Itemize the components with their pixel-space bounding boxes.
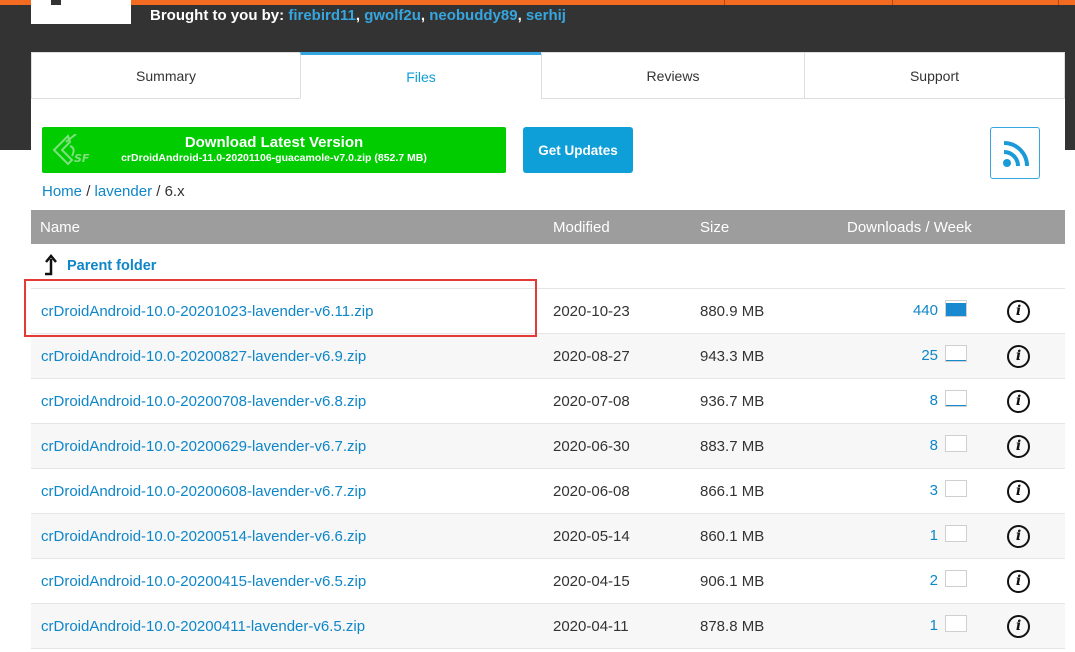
file-downloads[interactable]: 8 bbox=[930, 437, 938, 454]
file-row: crDroidAndroid-10.0-20200514-lavender-v6… bbox=[31, 514, 1065, 559]
info-icon[interactable]: i bbox=[1007, 435, 1030, 458]
column-name[interactable]: Name bbox=[40, 219, 80, 236]
file-link[interactable]: crDroidAndroid-10.0-20200411-lavender-v6… bbox=[41, 618, 365, 635]
file-link[interactable]: crDroidAndroid-10.0-20200827-lavender-v6… bbox=[41, 348, 366, 365]
sparkline-chart-icon[interactable] bbox=[945, 615, 967, 632]
file-downloads[interactable]: 25 bbox=[921, 347, 938, 364]
brought-to-you-by: Brought to you by: firebird11, gwolf2u, … bbox=[150, 7, 566, 24]
files-table-header: Name Modified Size Downloads / Week bbox=[31, 210, 1065, 244]
info-icon[interactable]: i bbox=[1007, 390, 1030, 413]
sparkline-chart-icon[interactable] bbox=[945, 435, 967, 452]
column-modified[interactable]: Modified bbox=[553, 219, 610, 236]
tab-reviews[interactable]: Reviews bbox=[541, 52, 805, 99]
info-icon[interactable]: i bbox=[1007, 615, 1030, 638]
file-row: crDroidAndroid-10.0-20200608-lavender-v6… bbox=[31, 469, 1065, 514]
file-row: crDroidAndroid-10.0-20200827-lavender-v6… bbox=[31, 334, 1065, 379]
breadcrumb-separator: / bbox=[86, 183, 91, 200]
file-downloads[interactable]: 440 bbox=[913, 302, 938, 319]
file-modified: 2020-06-08 bbox=[553, 483, 630, 500]
file-size: 880.9 MB bbox=[700, 303, 765, 320]
sparkline-chart-icon[interactable] bbox=[945, 345, 967, 362]
download-filename: crDroidAndroid-11.0-20201106-guacamole-v… bbox=[121, 152, 427, 164]
file-row: crDroidAndroid-10.0-20200708-lavender-v6… bbox=[31, 379, 1065, 424]
info-icon[interactable]: i bbox=[1007, 300, 1030, 323]
file-size: 943.3 MB bbox=[700, 348, 765, 365]
breadcrumb-home[interactable]: Home bbox=[42, 183, 82, 200]
file-size: 906.1 MB bbox=[700, 573, 765, 590]
info-icon[interactable]: i bbox=[1007, 480, 1030, 503]
tab-files[interactable]: Files bbox=[300, 52, 542, 99]
breadcrumb-separator: / bbox=[156, 183, 161, 200]
file-row: crDroidAndroid-10.0-20200629-lavender-v6… bbox=[31, 424, 1065, 469]
file-modified: 2020-10-23 bbox=[553, 303, 630, 320]
breadcrumb-current: 6.x bbox=[164, 183, 185, 200]
breadcrumb-lavender[interactable]: lavender bbox=[95, 183, 153, 200]
project-tabs: Summary Files Reviews Support bbox=[31, 52, 1065, 99]
author-link[interactable]: serhij bbox=[526, 7, 566, 24]
file-modified: 2020-04-11 bbox=[553, 618, 629, 635]
file-size: 866.1 MB bbox=[700, 483, 765, 500]
file-downloads[interactable]: 1 bbox=[930, 527, 938, 544]
top-nav-strip bbox=[0, 0, 1075, 5]
parent-folder-link[interactable]: Parent folder bbox=[67, 258, 156, 274]
sparkline-chart-icon[interactable] bbox=[945, 525, 967, 542]
tab-summary[interactable]: Summary bbox=[31, 52, 301, 99]
sparkline-chart-icon[interactable] bbox=[945, 390, 967, 407]
download-latest-button[interactable]: SF Download Latest Version crDroidAndroi… bbox=[42, 127, 506, 173]
download-title: Download Latest Version bbox=[184, 134, 364, 151]
info-icon[interactable]: i bbox=[1007, 525, 1030, 548]
highlight-box bbox=[24, 279, 537, 337]
author-link[interactable]: firebird11 bbox=[288, 7, 356, 24]
file-link[interactable]: crDroidAndroid-10.0-20200629-lavender-v6… bbox=[41, 438, 366, 455]
column-size[interactable]: Size bbox=[700, 219, 729, 236]
file-row: crDroidAndroid-10.0-20200411-lavender-v6… bbox=[31, 604, 1065, 649]
author-link[interactable]: neobuddy89 bbox=[429, 7, 517, 24]
tab-support[interactable]: Support bbox=[804, 52, 1065, 99]
file-size: 878.8 MB bbox=[700, 618, 765, 635]
author-link[interactable]: gwolf2u bbox=[364, 7, 421, 24]
sparkline-chart-icon[interactable] bbox=[945, 300, 967, 317]
project-logo bbox=[31, 0, 131, 24]
file-link[interactable]: crDroidAndroid-10.0-20200608-lavender-v6… bbox=[41, 483, 366, 500]
file-link[interactable]: crDroidAndroid-10.0-20200415-lavender-v6… bbox=[41, 573, 366, 590]
file-modified: 2020-08-27 bbox=[553, 348, 630, 365]
rss-icon bbox=[1003, 141, 1029, 167]
parent-arrow-icon bbox=[45, 254, 57, 276]
file-row: crDroidAndroid-10.0-20200415-lavender-v6… bbox=[31, 559, 1065, 604]
file-link[interactable]: crDroidAndroid-10.0-20200708-lavender-v6… bbox=[41, 393, 366, 410]
file-downloads[interactable]: 1 bbox=[930, 617, 938, 634]
info-icon[interactable]: i bbox=[1007, 570, 1030, 593]
file-downloads[interactable]: 3 bbox=[930, 482, 938, 499]
file-size: 860.1 MB bbox=[700, 528, 765, 545]
file-modified: 2020-07-08 bbox=[553, 393, 630, 410]
file-modified: 2020-06-30 bbox=[553, 438, 630, 455]
rss-button[interactable] bbox=[990, 127, 1040, 179]
file-downloads[interactable]: 8 bbox=[930, 392, 938, 409]
file-modified: 2020-05-14 bbox=[553, 528, 630, 545]
get-updates-button[interactable]: Get Updates bbox=[523, 127, 633, 173]
file-link[interactable]: crDroidAndroid-10.0-20200514-lavender-v6… bbox=[41, 528, 366, 545]
file-size: 936.7 MB bbox=[700, 393, 765, 410]
file-modified: 2020-04-15 bbox=[553, 573, 630, 590]
breadcrumb: Home / lavender / 6.x bbox=[42, 183, 185, 200]
file-downloads[interactable]: 2 bbox=[930, 572, 938, 589]
column-downloads[interactable]: Downloads / Week bbox=[847, 219, 972, 236]
brought-prefix: Brought to you by: bbox=[150, 7, 285, 24]
info-icon[interactable]: i bbox=[1007, 345, 1030, 368]
file-size: 883.7 MB bbox=[700, 438, 765, 455]
sparkline-chart-icon[interactable] bbox=[945, 480, 967, 497]
sparkline-chart-icon[interactable] bbox=[945, 570, 967, 587]
